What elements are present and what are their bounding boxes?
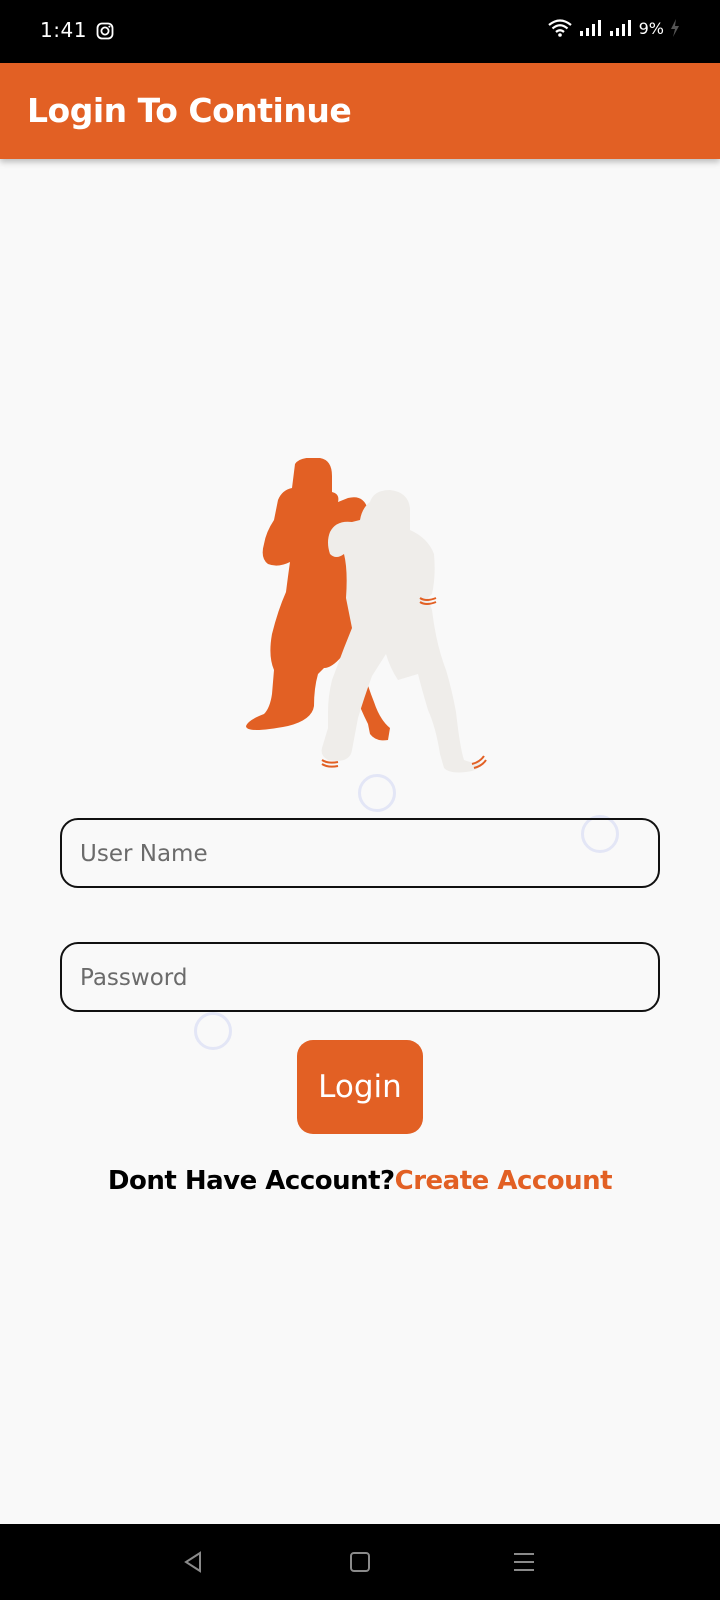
status-bar: 1:41 9% xyxy=(0,0,720,63)
app-bar: Login To Continue xyxy=(0,63,720,159)
navigation-bar xyxy=(0,1524,720,1600)
password-field[interactable] xyxy=(60,942,660,1012)
wifi-icon xyxy=(547,18,573,38)
signal-icon xyxy=(579,19,603,37)
touch-ripple xyxy=(194,1012,232,1050)
instagram-icon xyxy=(96,22,114,40)
create-account-link[interactable]: Create Account xyxy=(395,1166,613,1196)
battery-percent: 9% xyxy=(638,18,664,38)
username-field[interactable] xyxy=(60,818,660,888)
account-row: Dont Have Account?Create Account xyxy=(0,1166,720,1196)
boxers-illustration xyxy=(240,457,500,798)
password-input[interactable] xyxy=(78,944,642,1012)
back-icon[interactable] xyxy=(178,1546,210,1578)
charging-icon xyxy=(670,19,680,37)
username-input[interactable] xyxy=(78,820,642,888)
touch-ripple xyxy=(358,774,396,812)
menu-icon[interactable] xyxy=(508,1546,540,1578)
account-prompt: Dont Have Account? xyxy=(107,1166,395,1196)
home-icon[interactable] xyxy=(344,1546,376,1578)
page-title: Login To Continue xyxy=(27,91,352,130)
status-time: 1:41 xyxy=(40,18,87,42)
status-icons: 9% xyxy=(547,18,680,38)
login-button[interactable]: Login xyxy=(297,1040,423,1134)
signal-icon xyxy=(609,19,633,37)
